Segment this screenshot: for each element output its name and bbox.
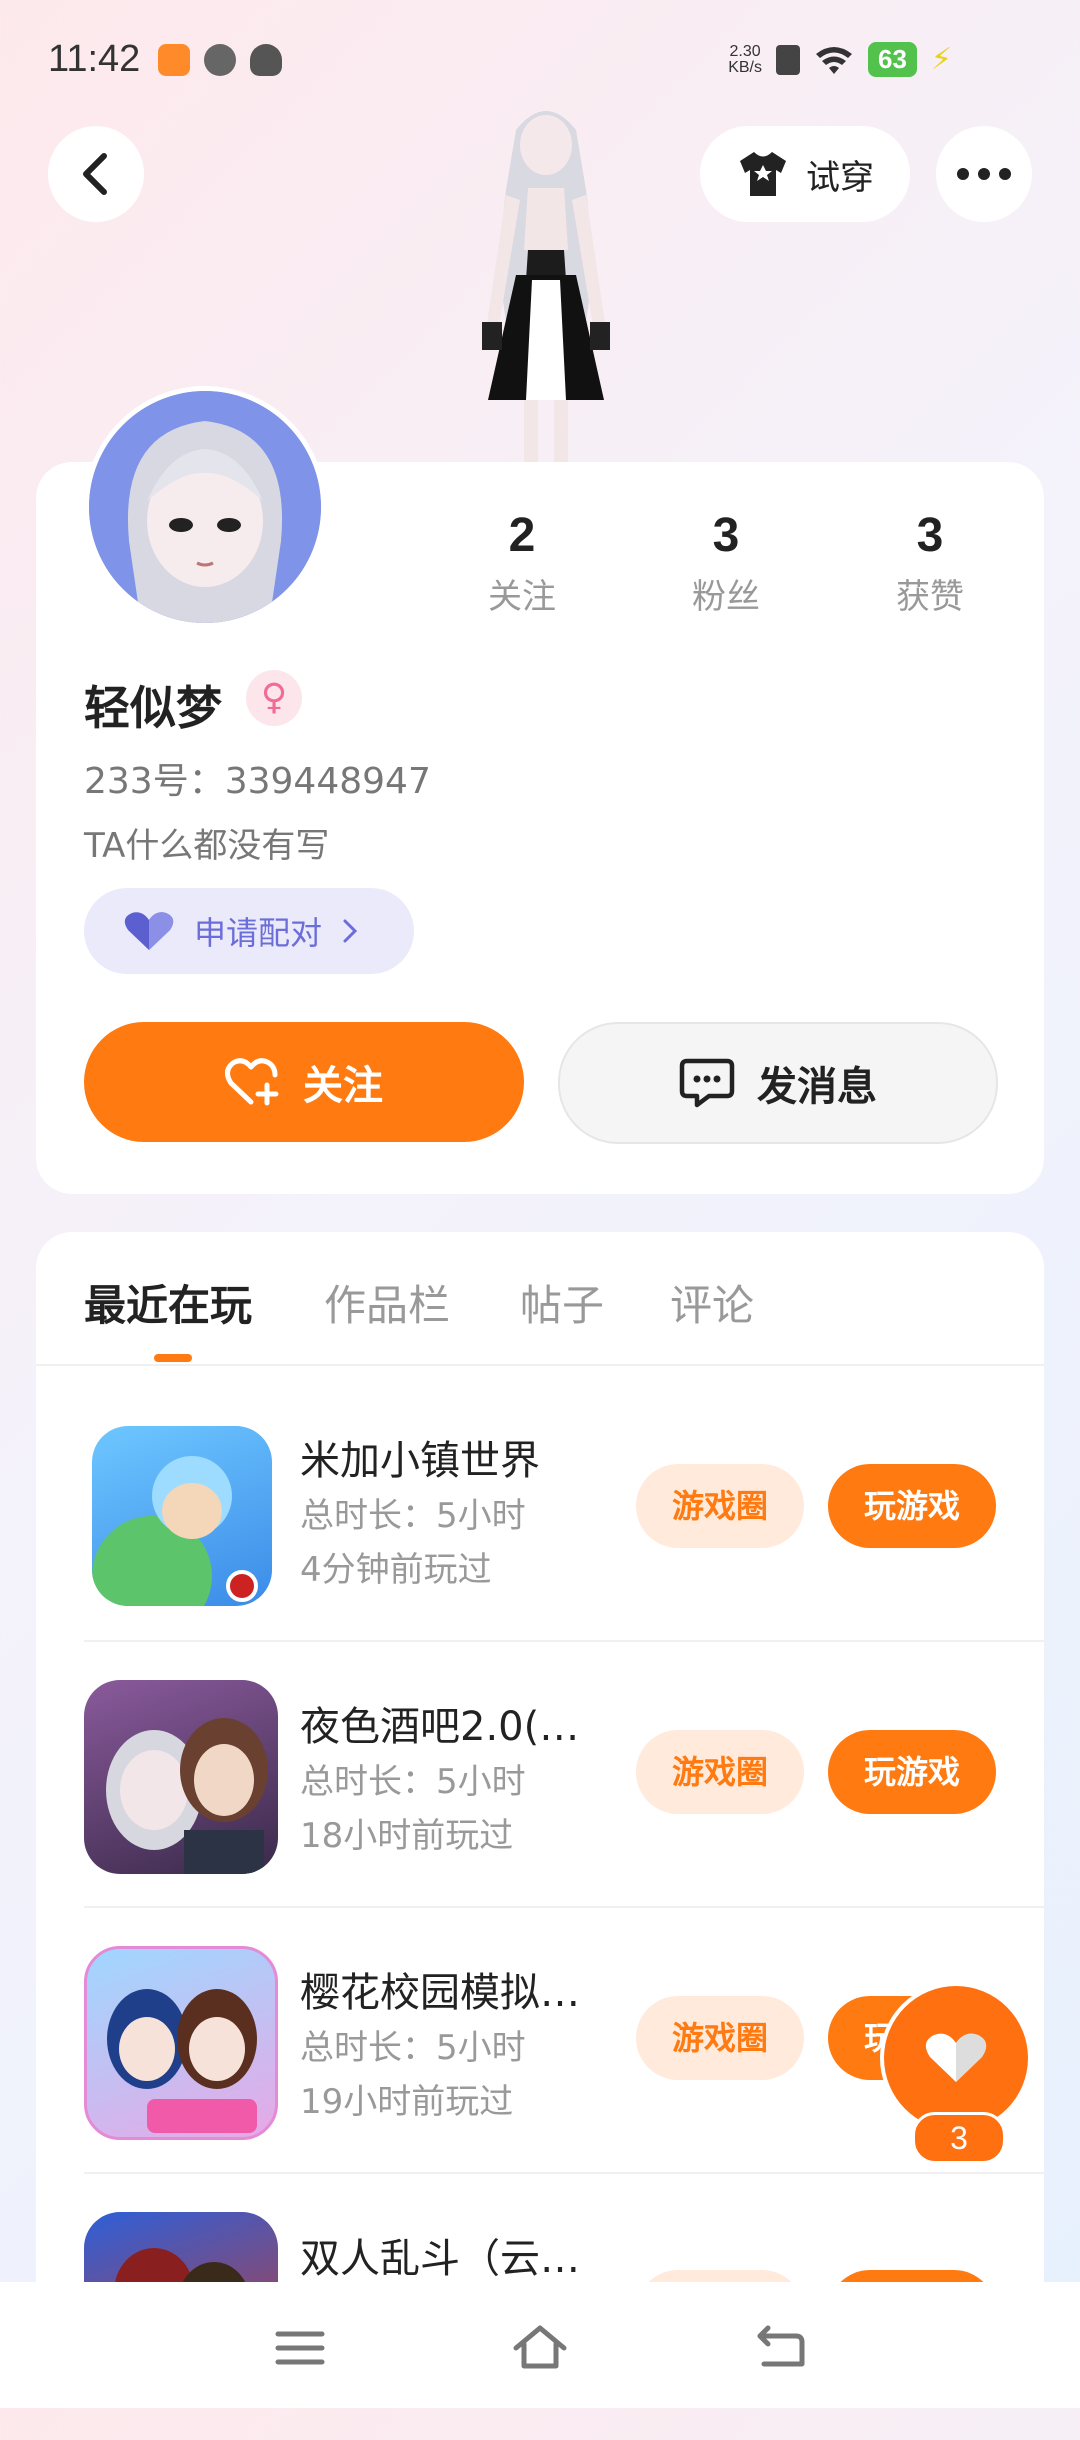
charging-icon: ⚡	[930, 42, 952, 77]
message-label: 发消息	[757, 1064, 877, 1110]
game-last-played: 4分钟前玩过	[300, 1550, 492, 1590]
net-speed-unit: KB/s	[728, 58, 762, 76]
stat-fans-value: 3	[712, 509, 740, 562]
more-dots-icon	[957, 168, 1011, 180]
game-name: 双人乱斗（云…	[300, 2236, 580, 2282]
game-icon-sakura-school	[84, 1946, 278, 2140]
list-item[interactable]: 夜色酒吧2.0(… 总时长：5小时 18小时前玩过 游戏圈 玩游戏	[84, 1642, 1044, 1908]
status-right: 2.30 KB/s 63 ⚡	[728, 42, 952, 77]
game-last-played: 18小时前玩过	[300, 1816, 514, 1856]
game-duration: 总时长：5小时	[300, 2028, 526, 2068]
wifi-icon	[816, 46, 852, 74]
game-name: 米加小镇世界	[300, 1438, 540, 1484]
try-on-label: 试穿	[806, 157, 874, 198]
game-artwork	[107, 1989, 257, 2133]
stat-fans[interactable]: 3 粉丝	[646, 508, 806, 618]
pair-request-label: 申请配对	[194, 914, 323, 952]
stat-following-label: 关注	[488, 577, 556, 617]
play-game-button[interactable]: 玩游戏	[828, 1730, 996, 1814]
stat-likes[interactable]: 3 获赞	[850, 508, 1010, 618]
chevron-right-icon	[343, 919, 358, 943]
stat-fans-label: 粉丝	[692, 577, 760, 617]
tab-comments[interactable]: 评论	[670, 1272, 754, 1333]
user-bio: TA什么都没有写	[84, 826, 330, 866]
message-button[interactable]: 发消息	[558, 1022, 998, 1144]
follow-label: 关注	[303, 1063, 383, 1109]
heart-icon	[925, 2033, 987, 2082]
status-time: 11:42	[48, 38, 141, 80]
more-button[interactable]	[936, 126, 1032, 222]
follow-button[interactable]: 关注	[84, 1022, 524, 1142]
tab-indicator	[154, 1354, 192, 1362]
tab-posts[interactable]: 帖子	[520, 1272, 604, 1333]
play-game-button[interactable]: 玩游戏	[828, 1464, 996, 1548]
list-item[interactable]: 米加小镇世界 总时长：5小时 4分钟前玩过 游戏圈 玩游戏	[84, 1376, 1044, 1642]
back-nav-icon[interactable]	[750, 2318, 810, 2378]
net-speed: 2.30 KB/s	[728, 42, 762, 76]
back-button[interactable]	[48, 126, 144, 222]
gear-icon	[204, 44, 236, 76]
tab-recent-play[interactable]: 最近在玩	[84, 1272, 252, 1333]
game-name: 夜色酒吧2.0(…	[300, 1704, 580, 1750]
game-circle-button[interactable]: 游戏圈	[636, 1730, 804, 1814]
stat-following[interactable]: 2 关注	[442, 508, 602, 618]
pair-request-button[interactable]: 申请配对	[84, 888, 414, 974]
game-last-played: 19小时前玩过	[300, 2082, 514, 2122]
heart-plus-icon	[225, 1058, 279, 1106]
game-circle-button[interactable]: 游戏圈	[636, 1996, 804, 2080]
divider	[36, 1364, 1044, 1366]
game-artwork	[92, 1456, 258, 1606]
system-nav-bar	[0, 2282, 1080, 2408]
sim-off-icon	[776, 44, 800, 75]
stat-likes-label: 获赞	[896, 577, 964, 617]
notification-icons	[158, 44, 282, 76]
chevron-left-icon	[83, 153, 107, 195]
battery-level: 63	[868, 42, 917, 77]
menu-icon[interactable]	[270, 2318, 330, 2378]
stat-likes-value: 3	[916, 509, 944, 562]
avatar-image	[89, 391, 321, 623]
tshirt-icon	[740, 152, 786, 196]
username: 轻似梦	[84, 681, 222, 735]
avatar[interactable]	[84, 386, 326, 628]
avatar-3d-figure[interactable]	[436, 100, 656, 470]
like-fab[interactable]	[884, 1986, 1028, 2130]
game-duration: 总时长：5小时	[300, 1496, 526, 1536]
heart-icon	[124, 912, 174, 950]
net-speed-value: 2.30	[729, 42, 761, 60]
try-on-button[interactable]: 试穿	[700, 126, 910, 222]
chat-bubble-icon	[679, 1058, 735, 1108]
video-app-icon	[158, 44, 190, 76]
tab-works[interactable]: 作品栏	[324, 1272, 450, 1333]
female-icon: ♀	[246, 670, 302, 726]
home-icon[interactable]	[510, 2318, 570, 2378]
game-circle-button[interactable]: 游戏圈	[636, 1464, 804, 1548]
like-count-badge: 3	[912, 2112, 1006, 2164]
game-artwork	[106, 1718, 268, 1874]
user-id: 233号：339448947	[84, 761, 431, 802]
game-icon-miga	[92, 1426, 272, 1606]
qq-icon	[250, 44, 282, 76]
game-duration: 总时长：5小时	[300, 1762, 526, 1802]
game-name: 樱花校园模拟…	[300, 1970, 580, 2016]
game-icon-night-bar	[84, 1680, 278, 1874]
stat-following-value: 2	[508, 509, 536, 562]
